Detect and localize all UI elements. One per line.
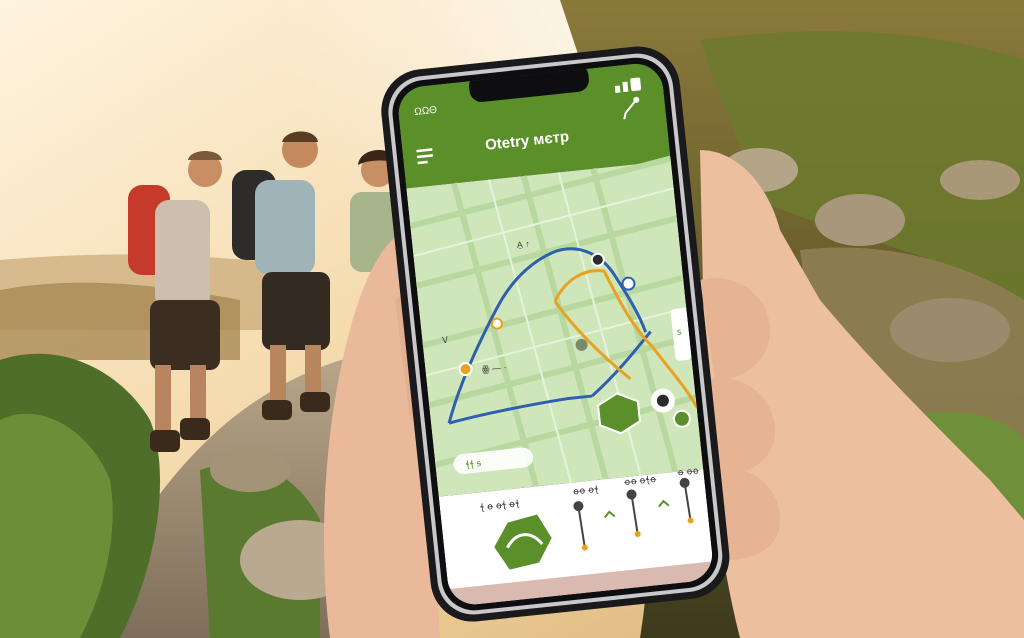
map-chip-label: ꞎꞎ ꟊ — [465, 458, 482, 470]
map-view[interactable] — [406, 160, 704, 497]
map-pin-marker[interactable] — [621, 276, 636, 291]
map-label: A̱ ↑ — [516, 239, 530, 250]
map-pin-marker[interactable] — [672, 409, 691, 428]
map-label: Ꮩ — [441, 335, 449, 346]
map-pin-marker[interactable] — [458, 362, 473, 377]
map-pin-marker[interactable] — [590, 252, 605, 267]
map-pin-marker[interactable] — [490, 317, 503, 330]
phone-screen: ΩΩΘ Otetry мєтр A̱ ↑ Ꮩ ꙮ — · ꜱ ꞎꞎ ꟊ ꞎ ꝋ … — [395, 61, 715, 608]
smartphone: ΩΩΘ Otetry мєтр A̱ ↑ Ꮩ ꙮ — · ꜱ ꞎꞎ ꟊ ꞎ ꝋ … — [381, 46, 730, 622]
